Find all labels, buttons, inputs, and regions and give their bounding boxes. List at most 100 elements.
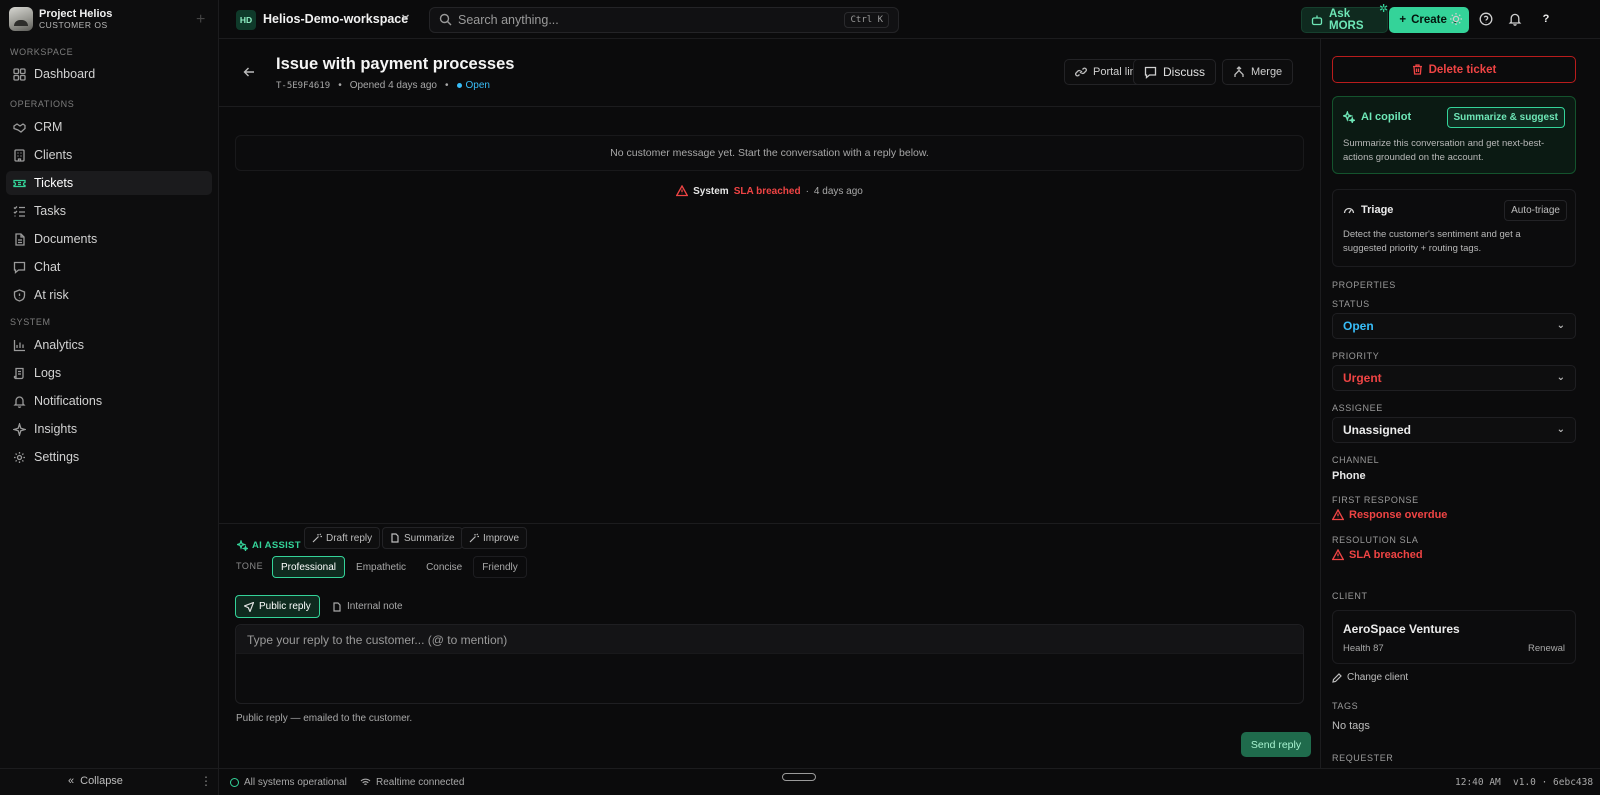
summarize-button[interactable]: Summarize — [382, 527, 463, 549]
panel-resize-handle[interactable] — [782, 773, 816, 781]
systems-status[interactable]: All systems operational — [230, 777, 347, 788]
ask-mors-button[interactable]: Ask MORS — [1301, 7, 1388, 33]
ai-copilot-card: AI copilot Summarize & suggest Summarize… — [1332, 96, 1576, 174]
public-reply-label: Public reply — [259, 601, 311, 612]
section-label-workspace: WORKSPACE — [10, 47, 74, 57]
chevron-down-icon: ⌄ — [1556, 424, 1565, 435]
merge-icon — [1233, 66, 1245, 78]
assignee-select[interactable]: Unassigned ⌄ — [1332, 417, 1576, 443]
summarize-suggest-button[interactable]: Summarize & suggest — [1446, 107, 1565, 128]
draft-reply-button[interactable]: Draft reply — [304, 527, 381, 549]
sidebar-item-dashboard[interactable]: Dashboard — [6, 62, 212, 86]
tone-empathetic[interactable]: Empathetic — [347, 556, 415, 578]
priority-value: Urgent — [1343, 371, 1382, 385]
assignee-value: Unassigned — [1343, 423, 1412, 437]
internal-note-tab[interactable]: Internal note — [323, 595, 412, 618]
auto-triage-button[interactable]: Auto-triage — [1504, 200, 1567, 221]
channel-value: Phone — [1332, 470, 1366, 482]
composer-divider — [219, 523, 1320, 524]
status-badge: Open — [457, 80, 490, 91]
status-select[interactable]: Open ⌄ — [1332, 313, 1576, 339]
help-circle-icon[interactable] — [1477, 10, 1495, 28]
event-description: SLA breached — [733, 185, 801, 197]
sparkle-icon: ✲ — [1379, 3, 1389, 15]
tone-friendly[interactable]: Friendly — [473, 556, 527, 578]
tone-selector: Professional Empathetic Concise Friendly — [272, 555, 527, 579]
sidebar-item-logs[interactable]: Logs — [6, 361, 212, 385]
event-time: 4 days ago — [813, 185, 863, 197]
assignee-label: ASSIGNEE — [1332, 403, 1383, 413]
workspace-switcher[interactable]: Helios-Demo-workspace — [263, 12, 408, 26]
warning-triangle-icon — [676, 185, 689, 197]
merge-button[interactable]: Merge — [1222, 59, 1294, 85]
theme-toggle-icon[interactable] — [1447, 10, 1465, 28]
sidebar-item-chat[interactable]: Chat — [6, 255, 212, 279]
resolution-sla-label: RESOLUTION SLA — [1332, 535, 1419, 545]
timeline-event: System SLA breached · 4 days ago — [219, 185, 1320, 197]
sidebar-item-clients[interactable]: Clients — [6, 143, 212, 167]
meta-separator: • — [445, 80, 449, 91]
internal-note-label: Internal note — [347, 601, 403, 612]
sidebar-item-tasks[interactable]: Tasks — [6, 199, 212, 223]
reply-textarea[interactable]: Type your reply to the customer... (@ to… — [235, 624, 1304, 704]
sidebar-item-label: CRM — [34, 120, 63, 134]
improve-label: Improve — [483, 532, 520, 544]
sidebar-item-at-risk[interactable]: At risk — [6, 283, 212, 307]
section-label-system: SYSTEM — [10, 317, 51, 327]
sidebar-item-insights[interactable]: Insights — [6, 417, 212, 441]
tone-concise[interactable]: Concise — [417, 556, 471, 578]
sidebar-item-label: Chat — [34, 260, 61, 274]
ticket-properties-panel: Delete ticket AI copilot Summarize & sug… — [1320, 39, 1600, 768]
sparkles-icon — [237, 539, 248, 551]
send-reply-button[interactable]: Send reply — [1241, 732, 1311, 757]
change-client-link[interactable]: Change client — [1332, 672, 1408, 683]
sidebar-item-crm[interactable]: CRM — [6, 115, 212, 139]
first-response-value: Response overdue — [1332, 509, 1447, 521]
improve-button[interactable]: Improve — [461, 527, 528, 549]
discuss-button[interactable]: Discuss — [1133, 59, 1217, 85]
version-label: v1.0 · 6ebc438 — [1513, 777, 1594, 788]
triage-title: Triage — [1361, 204, 1394, 216]
delete-ticket-button[interactable]: Delete ticket — [1332, 56, 1576, 83]
tags-label: TAGS — [1332, 701, 1359, 711]
trash-icon — [1412, 64, 1423, 75]
shield-icon — [13, 288, 26, 302]
priority-select[interactable]: Urgent ⌄ — [1332, 365, 1576, 391]
sidebar: Project Helios CUSTOMER OS + WORKSPACE D… — [0, 0, 219, 795]
public-reply-tab[interactable]: Public reply — [235, 595, 320, 618]
sparkles-icon — [1343, 111, 1355, 123]
sidebar-item-label: Documents — [34, 232, 98, 246]
sidebar-item-label: Tasks — [34, 204, 66, 218]
robot-icon — [1311, 14, 1323, 26]
search-icon — [439, 13, 452, 26]
help-button[interactable]: ? — [1537, 10, 1555, 28]
collapse-button[interactable]: « Collapse — [68, 775, 123, 787]
sidebar-item-tickets[interactable]: Tickets — [6, 171, 212, 195]
priority-label: PRIORITY — [1332, 351, 1380, 361]
properties-heading: PROPERTIES — [1332, 280, 1396, 290]
sidebar-item-settings[interactable]: Settings — [6, 445, 212, 469]
sidebar-item-notifications[interactable]: Notifications — [6, 389, 212, 413]
sidebar-item-analytics[interactable]: Analytics — [6, 333, 212, 357]
workspace-avatar[interactable]: HD — [236, 10, 256, 30]
brand[interactable]: Project Helios CUSTOMER OS — [9, 7, 112, 31]
bell-icon[interactable] — [1506, 10, 1524, 28]
drag-handle-icon[interactable]: ⋮ — [200, 774, 212, 788]
wifi-icon — [360, 777, 371, 788]
clock: 12:40 AM — [1455, 777, 1501, 788]
sidebar-item-documents[interactable]: Documents — [6, 227, 212, 251]
search-input[interactable]: Search anything... Ctrl K — [429, 7, 899, 33]
client-card[interactable]: AeroSpace Ventures Health 87 Renewal — [1332, 610, 1576, 664]
empty-conversation-message: No customer message yet. Start the conve… — [235, 135, 1304, 171]
send-icon — [244, 601, 254, 612]
tags-value: No tags — [1332, 720, 1370, 732]
tone-professional[interactable]: Professional — [272, 556, 346, 578]
sidebar-plus-icon[interactable]: + — [196, 11, 205, 29]
magic-wand-icon — [312, 533, 322, 543]
topbar: HD Helios-Demo-workspace Search anything… — [219, 0, 1600, 39]
chevron-down-icon[interactable] — [400, 11, 411, 22]
warning-triangle-icon — [1332, 549, 1344, 561]
back-arrow-icon[interactable] — [243, 66, 255, 78]
dashboard-icon — [13, 67, 26, 81]
document-icon — [13, 232, 26, 246]
